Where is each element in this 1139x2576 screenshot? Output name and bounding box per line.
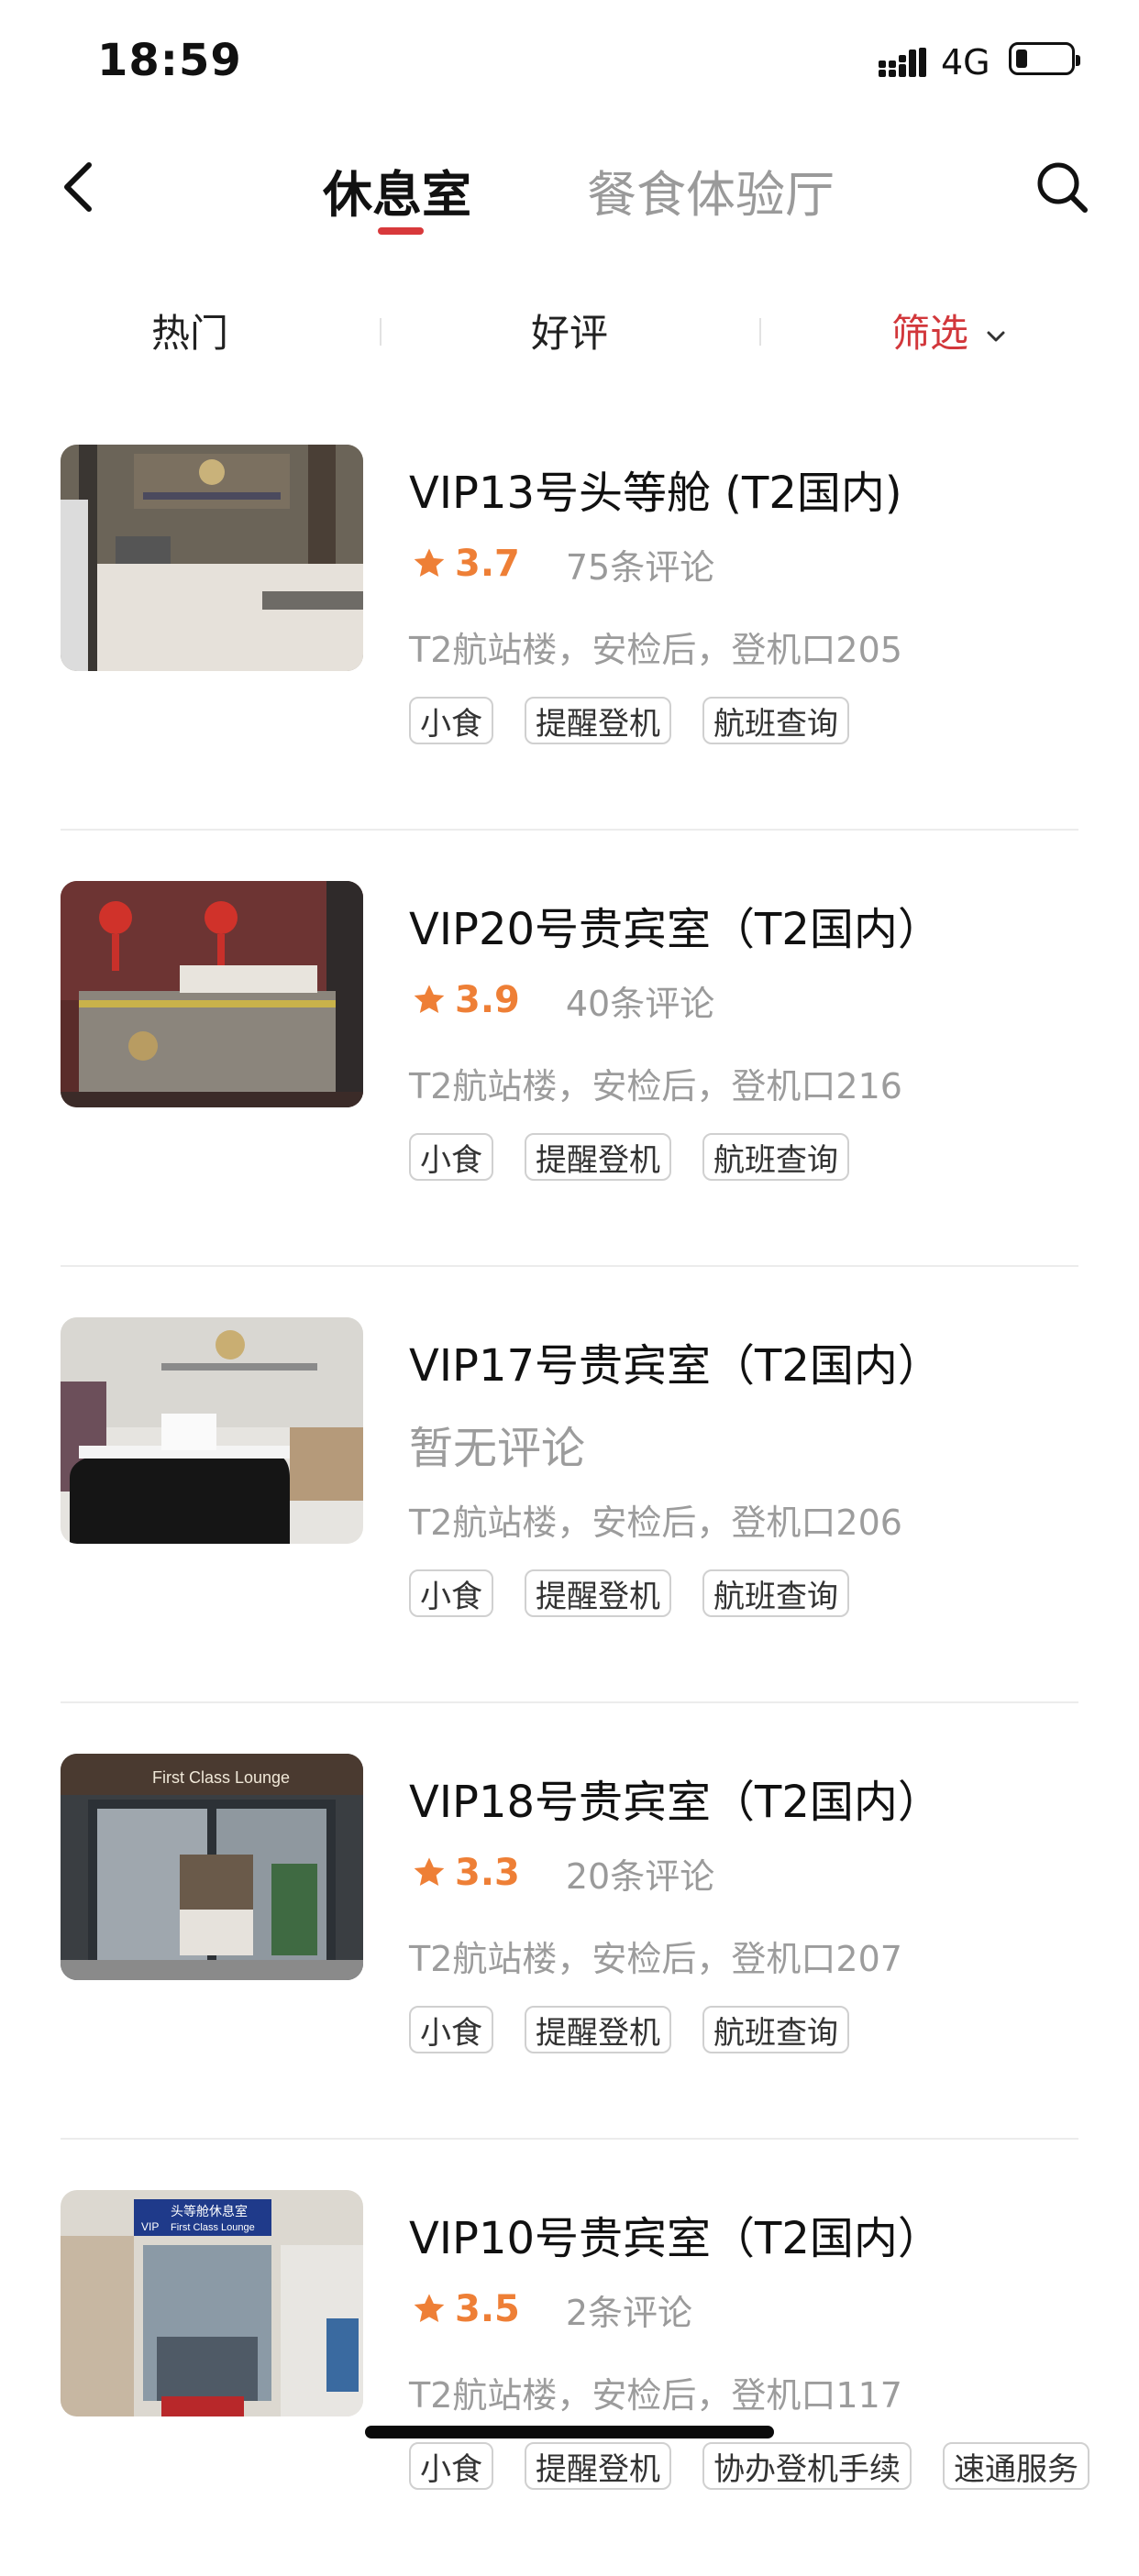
- network-type: 4G: [941, 42, 990, 83]
- filter-top-rated[interactable]: 好评: [380, 280, 759, 380]
- tag-snack: 小食: [409, 2006, 493, 2053]
- tag-flight-query: 航班查询: [702, 1133, 849, 1181]
- tag-boarding-reminder: 提醒登机: [525, 2006, 671, 2053]
- photo-sign-text: First Class Lounge: [152, 1768, 290, 1787]
- rating-score: 3.3: [455, 1852, 520, 1894]
- lounge-name: VIP20号贵宾室（T2国内）: [409, 904, 942, 955]
- star-icon: [414, 985, 445, 1013]
- service-tags: 小食 提醒登机 航班查询: [409, 1569, 880, 1617]
- chevron-left-icon: [64, 162, 92, 212]
- lounge-location: T2航站楼，安检后，登机口117: [409, 2375, 902, 2416]
- tag-flight-query: 航班查询: [702, 697, 849, 744]
- lounge-location: T2航站楼，安检后，登机口206: [409, 1503, 902, 1543]
- lounge-photo: First Class Lounge: [61, 1754, 363, 1980]
- lounge-photo: [61, 1317, 363, 1544]
- search-button[interactable]: [1025, 150, 1099, 224]
- rating-score: 3.9: [455, 979, 520, 1021]
- tag-flight-query: 航班查询: [702, 2006, 849, 2053]
- star-icon: [414, 2294, 445, 2322]
- filter-popular-label: 热门: [150, 310, 228, 356]
- lounge-photo: 头等舱休息室 VIP First Class Lounge: [61, 2190, 363, 2416]
- tab-lounge[interactable]: 休息室: [323, 154, 471, 226]
- rating-row: 3.9 40条评论: [411, 975, 714, 1026]
- service-tags: 小食 提醒登机 航班查询: [409, 1133, 880, 1181]
- tag-snack: 小食: [409, 2442, 493, 2490]
- photo-sign-subtitle: First Class Lounge: [171, 2222, 255, 2233]
- tag-boarding-reminder: 提醒登机: [525, 2442, 671, 2490]
- lounge-item[interactable]: 头等舱休息室 VIP First Class Lounge VIP10号贵宾室（…: [0, 2140, 1139, 2576]
- chevron-down-icon: [985, 308, 1007, 353]
- tag-snack: 小食: [409, 1569, 493, 1617]
- filter-dropdown[interactable]: 筛选: [759, 280, 1139, 380]
- lounge-item[interactable]: VIP20号贵宾室（T2国内） 3.9 40条评论 T2航站楼，安检后，登机口2…: [0, 831, 1139, 1267]
- lounge-item[interactable]: VIP13号头等舱 (T2国内) 3.7 75条评论 T2航站楼，安检后，登机口…: [0, 394, 1139, 831]
- lounge-item[interactable]: VIP17号贵宾室（T2国内） 暂无评论 T2航站楼，安检后，登机口206 小食…: [0, 1267, 1139, 1703]
- tag-flight-query: 航班查询: [702, 1569, 849, 1617]
- rating-row: 3.5 2条评论: [411, 2284, 692, 2335]
- home-indicator[interactable]: [365, 2426, 774, 2438]
- no-reviews-label: 暂无评论: [409, 1423, 586, 1474]
- star-icon: [414, 1857, 445, 1886]
- back-button[interactable]: [46, 150, 110, 224]
- photo-sign-title: 头等舱休息室: [171, 2204, 248, 2219]
- lounge-item[interactable]: First Class Lounge VIP18号贵宾室（T2国内） 3.3 2…: [0, 1703, 1139, 2140]
- review-count[interactable]: 40条评论: [566, 975, 714, 1026]
- status-bar: 18:59 4G: [0, 0, 1139, 128]
- service-tags: 小食 提醒登机 航班查询: [409, 697, 880, 744]
- lounge-location: T2航站楼，安检后，登机口207: [409, 1939, 902, 1979]
- lounge-name: VIP17号贵宾室（T2国内）: [409, 1340, 942, 1392]
- lounge-name: VIP13号头等舱 (T2国内): [409, 468, 902, 519]
- service-tags: 小食 提醒登机 协办登机手续 速通服务: [409, 2442, 1121, 2490]
- review-count[interactable]: 2条评论: [566, 2284, 692, 2335]
- filter-bar: 热门 好评 筛选: [0, 280, 1139, 380]
- photo-sign-vip: VIP: [141, 2220, 159, 2233]
- nav-bar: 休息室 餐食体验厅: [0, 128, 1139, 257]
- cellular-signal-icon: [879, 48, 926, 77]
- filter-dropdown-label: 筛选: [890, 310, 968, 356]
- tag-boarding-reminder: 提醒登机: [525, 1133, 671, 1181]
- battery-icon: [1009, 42, 1080, 75]
- lounge-name: VIP10号贵宾室（T2国内）: [409, 2213, 942, 2264]
- rating-score: 3.5: [455, 2288, 520, 2330]
- lounge-location: T2航站楼，安检后，登机口216: [409, 1066, 902, 1106]
- tag-snack: 小食: [409, 697, 493, 744]
- filter-popular[interactable]: 热门: [0, 280, 380, 380]
- tag-fast-track: 速通服务: [943, 2442, 1089, 2490]
- review-count[interactable]: 75条评论: [566, 539, 714, 589]
- lounge-photo: [61, 881, 363, 1107]
- tab-dining-hall[interactable]: 餐食体验厅: [587, 154, 835, 226]
- tag-snack: 小食: [409, 1133, 493, 1181]
- tag-boarding-reminder: 提醒登机: [525, 1569, 671, 1617]
- lounge-name: VIP18号贵宾室（T2国内）: [409, 1777, 942, 1828]
- status-time: 18:59: [97, 35, 242, 86]
- lounge-location: T2航站楼，安检后，登机口205: [409, 630, 902, 670]
- active-tab-indicator: [378, 227, 424, 235]
- service-tags: 小食 提醒登机 航班查询: [409, 2006, 880, 2053]
- lounge-photo: [61, 445, 363, 671]
- tag-checkin-assistance: 协办登机手续: [702, 2442, 912, 2490]
- filter-top-rated-label: 好评: [530, 310, 608, 356]
- search-icon: [1037, 162, 1088, 213]
- tag-boarding-reminder: 提醒登机: [525, 697, 671, 744]
- rating-row: 3.3 20条评论: [411, 1848, 714, 1899]
- star-icon: [414, 548, 445, 577]
- rating-row: 3.7 75条评论: [411, 539, 714, 589]
- rating-score: 3.7: [455, 543, 520, 585]
- review-count[interactable]: 20条评论: [566, 1848, 714, 1899]
